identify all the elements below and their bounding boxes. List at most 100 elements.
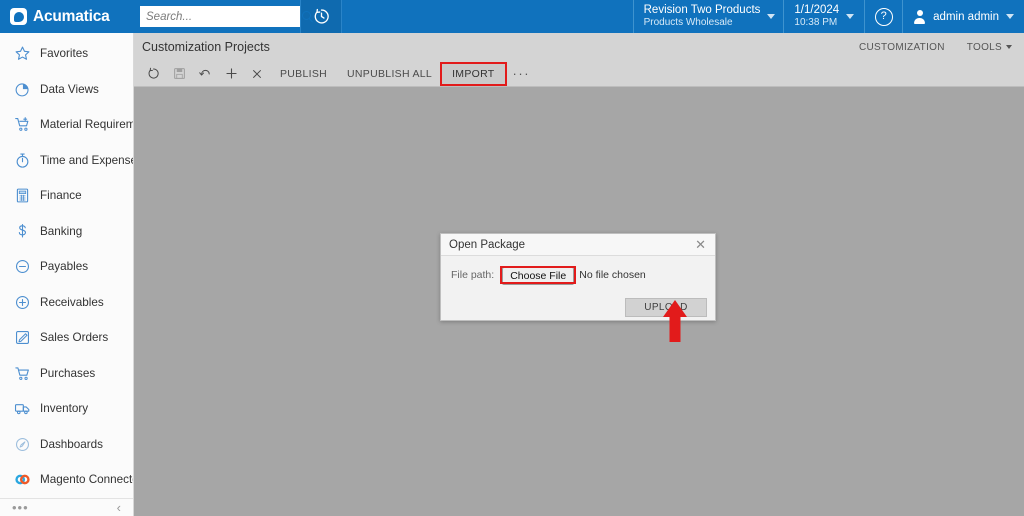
page-header: Customization Projects CUSTOMIZATION TOO… <box>134 33 1024 61</box>
page-title: Customization Projects <box>142 40 270 54</box>
current-time: 10:38 PM <box>794 17 838 29</box>
sidebar-item-sales-orders[interactable]: Sales Orders <box>0 320 133 356</box>
circle-minus-icon <box>14 258 31 275</box>
publish-button[interactable]: PUBLISH <box>270 64 337 84</box>
dollar-sign-icon <box>14 223 31 240</box>
close-icon[interactable]: ✕ <box>694 238 707 251</box>
help-question-icon: ? <box>874 7 893 26</box>
customization-label: CUSTOMIZATION <box>859 41 945 53</box>
toolbar-overflow-button[interactable]: ··· <box>505 67 539 80</box>
refresh-button[interactable] <box>140 64 166 84</box>
add-icon <box>225 68 237 79</box>
sidebar-label: Time and Expenses <box>40 153 133 167</box>
stopwatch-icon <box>14 152 31 169</box>
unpublish-all-button[interactable]: UNPUBLISH ALL <box>337 64 442 84</box>
calculator-icon <box>14 187 31 204</box>
sidebar-label: Inventory <box>40 402 89 416</box>
red-up-arrow-annotation <box>663 300 687 342</box>
acumatica-logo-icon <box>10 8 27 25</box>
acumatica-app-window: Acumatica Revision Two Products Products… <box>0 0 1024 516</box>
top-header-bar: Acumatica Revision Two Products Products… <box>0 0 1024 33</box>
caret-down-icon <box>1006 44 1012 49</box>
save-icon <box>173 68 185 79</box>
search-container <box>134 0 320 33</box>
search-box[interactable] <box>140 6 320 27</box>
sidebar-item-banking[interactable]: Banking <box>0 214 133 250</box>
more-dots-icon[interactable]: ••• <box>12 501 29 514</box>
shopping-cart-icon <box>14 365 31 382</box>
sidebar-item-material-requirements[interactable]: Material Requirem… <box>0 107 133 143</box>
sidebar-label: Banking <box>40 224 83 238</box>
dialog-title-bar: Open Package ✕ <box>441 234 715 256</box>
tools-label: TOOLS <box>966 41 1002 53</box>
sidebar-item-data-views[interactable]: Data Views <box>0 72 133 108</box>
sidebar-footer: ••• ‹ <box>0 497 133 516</box>
sidebar-label: Material Requirem… <box>40 118 133 132</box>
page-toolbar: PUBLISH UNPUBLISH ALL IMPORT ··· <box>134 61 1024 87</box>
datetime-text: 1/1/2024 10:38 PM <box>794 3 839 30</box>
brand-name: Acumatica <box>33 7 110 25</box>
sidebar-label: Sales Orders <box>40 331 109 345</box>
choose-file-highlight: Choose File <box>500 265 577 285</box>
sidebar-item-magento-connector[interactable]: Magento Connector <box>0 462 133 498</box>
gauge-icon <box>14 436 31 453</box>
sidebar-item-inventory[interactable]: Inventory <box>0 391 133 427</box>
delete-button[interactable] <box>244 64 270 84</box>
chevron-down-icon <box>1006 14 1014 19</box>
undo-button[interactable] <box>192 64 218 84</box>
undo-icon <box>199 69 210 76</box>
sidebar-item-purchases[interactable]: Purchases <box>0 356 133 392</box>
user-avatar-icon <box>913 10 926 24</box>
sidebar-item-dashboards[interactable]: Dashboards <box>0 427 133 463</box>
sidebar-label: Data Views <box>40 82 99 96</box>
pie-chart-icon <box>14 81 31 98</box>
file-input-row: Choose File No file chosen <box>500 265 646 285</box>
cart-plus-icon <box>14 116 31 133</box>
refresh-icon <box>148 67 159 79</box>
customization-menu[interactable]: CUSTOMIZATION <box>859 42 945 53</box>
sidebar-items-list: Favorites Data Views Material Requirem… … <box>0 33 133 498</box>
chevron-down-icon <box>767 14 776 19</box>
company-name: Revision Two Products <box>643 4 761 17</box>
delivery-truck-icon <box>14 400 31 417</box>
datetime-selector[interactable]: 1/1/2024 10:38 PM <box>783 0 864 33</box>
company-selector[interactable]: Revision Two Products Products Wholesale <box>632 0 784 33</box>
sidebar-item-receivables[interactable]: Receivables <box>0 285 133 321</box>
dialog-body: File path: Choose File No file chosen <box>441 256 715 294</box>
add-button[interactable] <box>218 64 244 84</box>
brand-logo[interactable]: Acumatica <box>0 0 134 33</box>
chevron-down-icon <box>846 14 855 19</box>
dialog-title: Open Package <box>449 238 526 251</box>
import-button[interactable]: IMPORT <box>440 61 507 86</box>
delete-icon <box>253 69 261 78</box>
star-icon <box>14 45 31 62</box>
sidebar-label: Magento Connector <box>40 473 133 487</box>
sidebar-item-payables[interactable]: Payables <box>0 249 133 285</box>
no-file-chosen-label: No file chosen <box>579 269 646 281</box>
sidebar-item-finance[interactable]: Finance <box>0 178 133 214</box>
company-branch: Products Wholesale <box>643 17 733 29</box>
user-name-label: admin admin <box>933 10 999 23</box>
sidebar-item-time-and-expenses[interactable]: Time and Expenses <box>0 143 133 179</box>
tools-menu[interactable]: TOOLS <box>967 42 1012 53</box>
sidebar-label: Finance <box>40 189 82 203</box>
user-menu[interactable]: admin admin <box>902 0 1024 33</box>
choose-file-button[interactable]: Choose File <box>502 266 575 285</box>
page-header-actions: CUSTOMIZATION TOOLS <box>859 42 1012 53</box>
sidebar-label: Favorites <box>40 47 89 61</box>
chevron-left-icon[interactable]: ‹ <box>117 501 121 514</box>
sidebar-item-favorites[interactable]: Favorites <box>0 36 133 72</box>
help-button[interactable]: ? <box>864 0 902 33</box>
search-icon[interactable] <box>302 10 314 23</box>
search-input[interactable] <box>146 10 302 23</box>
magento-links-icon <box>14 471 31 488</box>
company-text: Revision Two Products Products Wholesale <box>644 3 761 30</box>
file-path-label: File path: <box>451 269 495 281</box>
left-sidebar: Favorites Data Views Material Requirem… … <box>0 33 134 516</box>
sidebar-label: Purchases <box>40 366 96 380</box>
circle-plus-icon <box>14 294 31 311</box>
pencil-square-icon <box>14 329 31 346</box>
sidebar-label: Dashboards <box>40 437 104 451</box>
recent-history-clock-icon <box>314 8 329 24</box>
